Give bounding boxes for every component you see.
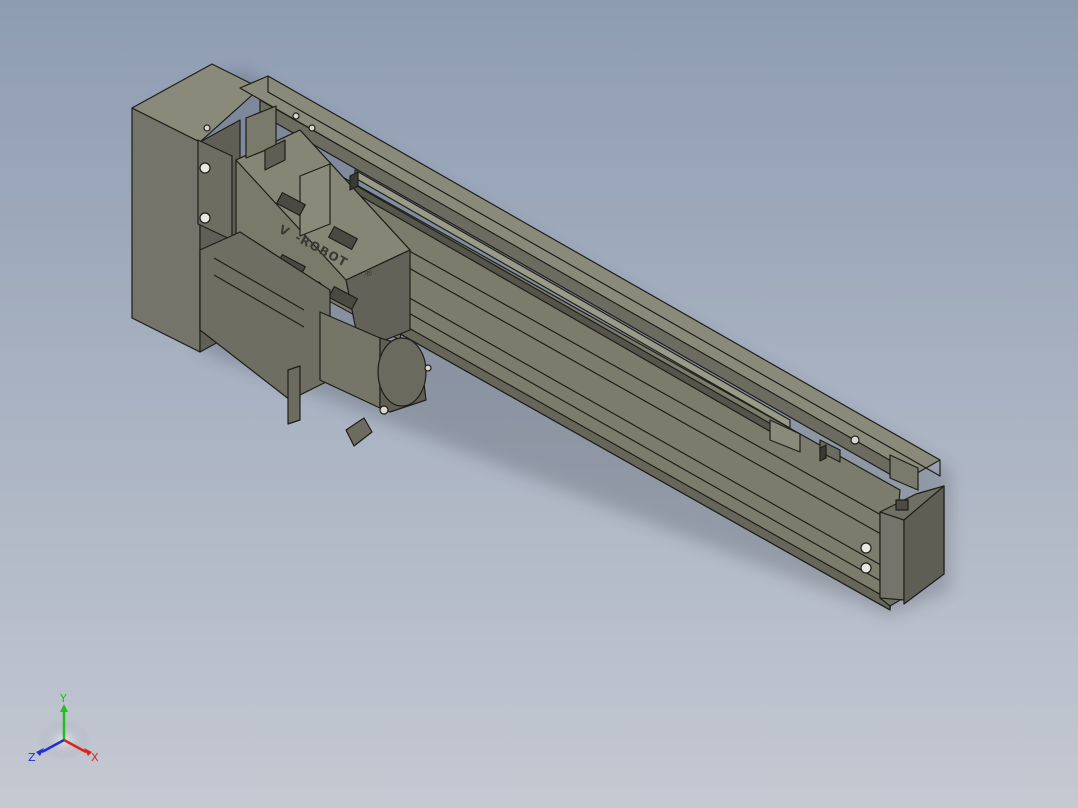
mounting-hole [308,124,316,132]
mounting-hole [292,112,300,120]
brand-logo-registered: ® [364,269,373,279]
cad-viewport[interactable]: V -ROBOT ® Y X Z [0,0,1078,808]
x-axis-label: X [91,751,99,764]
view-orientation-triad[interactable]: Y X Z [22,690,112,770]
actuator-model[interactable]: V -ROBOT ® [0,0,1078,808]
y-axis-label: Y [59,692,67,705]
z-axis-label: Z [28,751,36,764]
y-axis-arrow [60,704,68,712]
